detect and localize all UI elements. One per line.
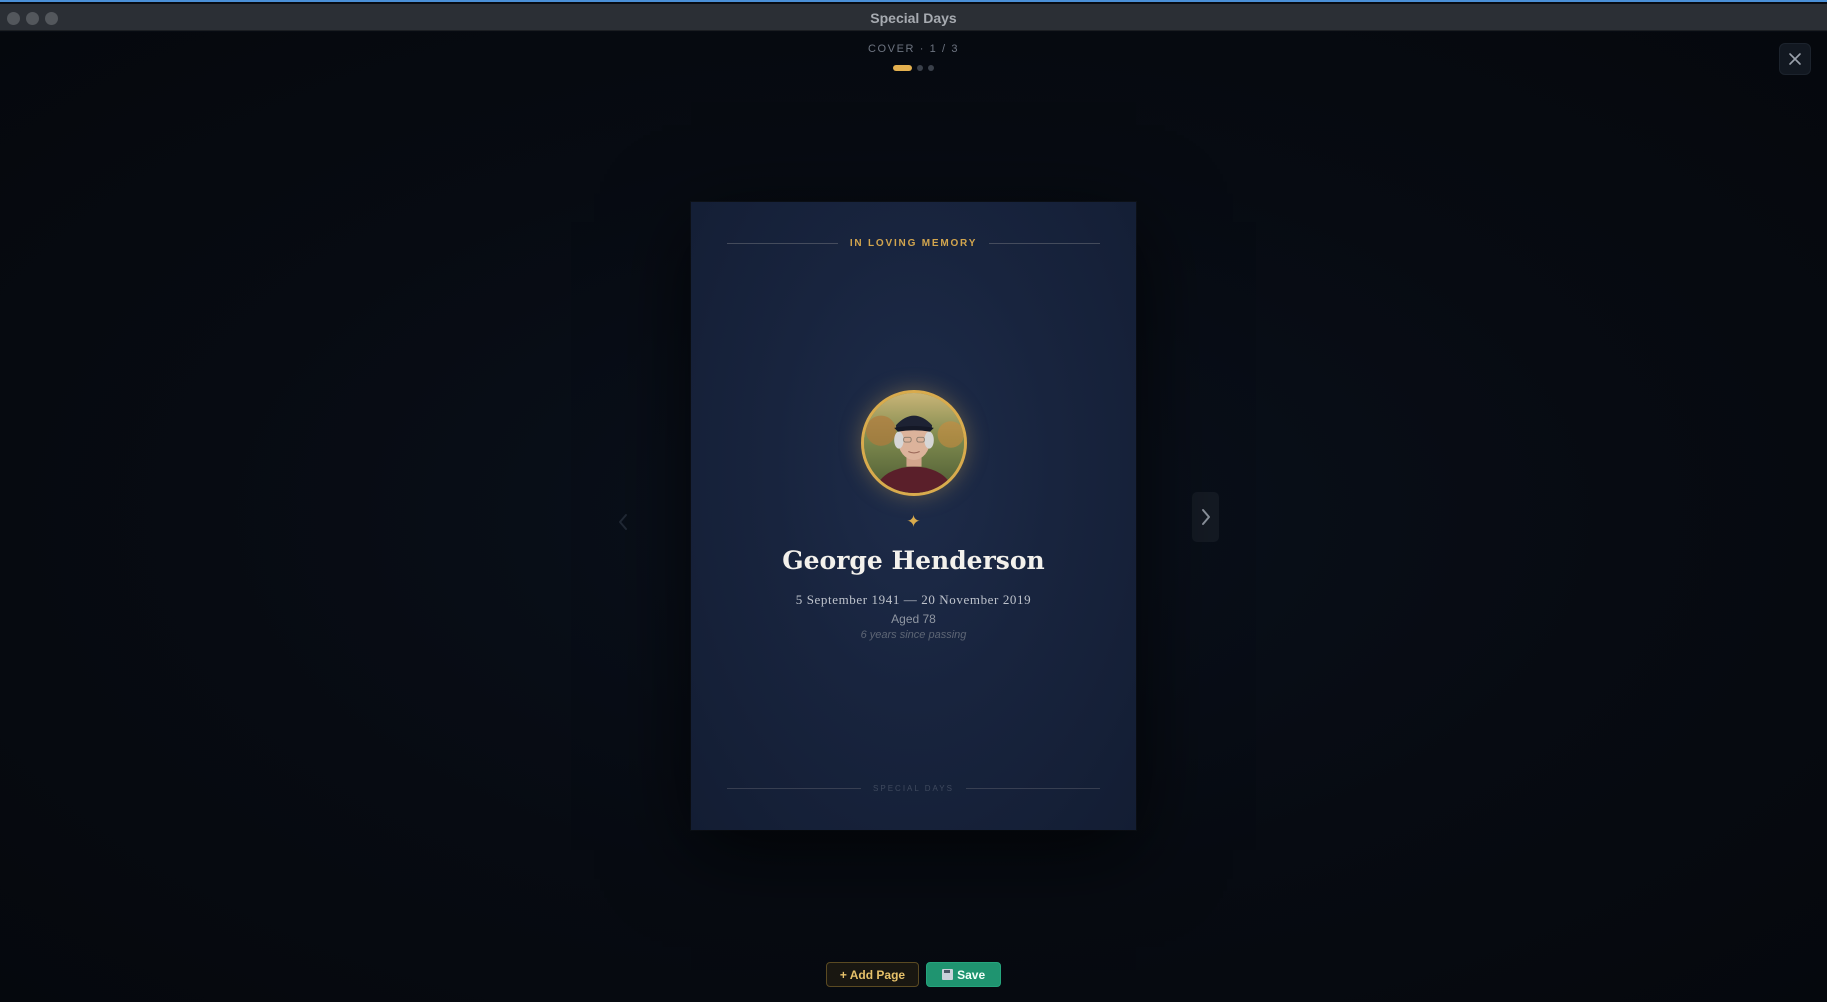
bottom-rule: SPECIAL DAYS	[727, 784, 1101, 793]
add-page-label: + Add Page	[839, 967, 906, 982]
floppy-disk-icon	[942, 969, 954, 980]
save-button[interactable]: Save	[926, 962, 1002, 987]
portrait-image	[864, 393, 964, 493]
previous-page-button[interactable]	[612, 499, 634, 545]
special-days-footer-label: SPECIAL DAYS	[873, 784, 954, 793]
years-since-text: 6 years since passing	[860, 629, 967, 641]
bottom-toolbar: + Add Page Save	[0, 962, 1827, 987]
next-page-button[interactable]	[1192, 492, 1219, 542]
app-window: Special Days COVER · 1 / 3 IN LOVING MEM…	[0, 0, 1827, 1002]
title-bar: Special Days	[0, 4, 1827, 31]
deceased-name: George Henderson	[782, 546, 1045, 575]
page-dot-1[interactable]	[893, 65, 912, 71]
page-dots	[0, 65, 1827, 71]
four-point-star-icon: ✦	[906, 512, 921, 531]
save-label: Save	[957, 967, 986, 982]
close-button[interactable]	[1779, 43, 1811, 75]
close-icon	[1789, 53, 1801, 65]
divider-line	[989, 243, 1101, 244]
top-rule: IN LOVING MEMORY	[727, 238, 1101, 249]
chevron-left-icon	[619, 514, 627, 530]
viewer-area: COVER · 1 / 3 IN LOVING MEMORY ✦ George …	[0, 32, 1827, 1002]
life-dates: 5 September 1941 — 20 November 2019	[795, 592, 1032, 607]
page-indicator: COVER · 1 / 3	[867, 43, 960, 55]
page-dot-2[interactable]	[917, 65, 923, 71]
portrait-photo	[861, 390, 967, 496]
in-loving-memory-label: IN LOVING MEMORY	[849, 238, 978, 249]
page-dot-3[interactable]	[928, 65, 934, 71]
age-text: Aged 78	[891, 612, 936, 626]
memorial-cover-card: IN LOVING MEMORY ✦ George Henderson 5 Se…	[691, 202, 1136, 830]
window-title: Special Days	[870, 10, 957, 26]
chevron-right-icon	[1201, 509, 1210, 525]
divider-line	[965, 788, 1101, 789]
add-page-button[interactable]: + Add Page	[825, 962, 920, 987]
divider-line	[727, 788, 862, 789]
divider-line	[727, 243, 838, 244]
